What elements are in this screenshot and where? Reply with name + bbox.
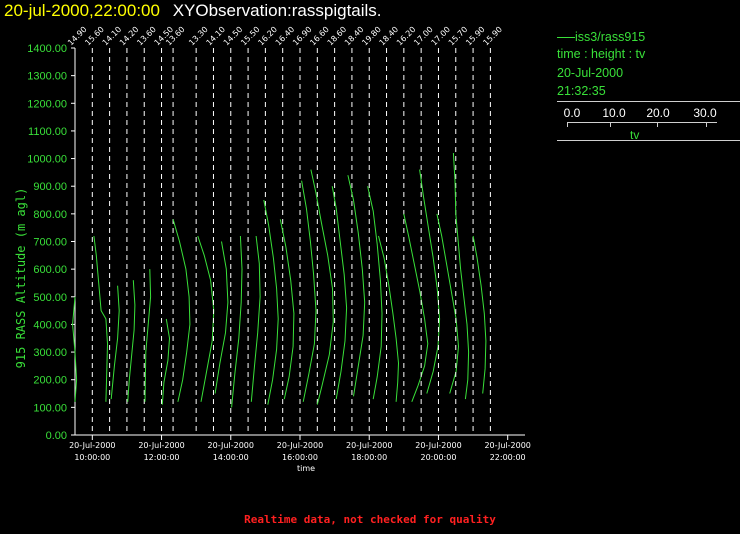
profile-trace xyxy=(110,285,120,400)
x-tick-date: 20-Jul-2000 xyxy=(484,441,530,450)
quality-footer: Realtime data, not checked for quality xyxy=(244,513,496,526)
legend-scale-label: 30.0 xyxy=(693,106,717,120)
profile-trace xyxy=(419,169,441,394)
y-tick-label: 100.00 xyxy=(33,402,67,414)
y-tick-label: 800.00 xyxy=(33,209,67,221)
y-tick-label: 1300.00 xyxy=(27,71,67,83)
y-axis-label: 915 RASS Altitude (m agl) xyxy=(14,187,28,369)
legend-separator-top xyxy=(557,101,740,102)
legend-date: 20-Jul-2000 xyxy=(557,66,624,80)
x-tick-time: 18:00:00 xyxy=(351,453,387,462)
y-tick-label: 200.00 xyxy=(33,375,67,387)
profile-trace xyxy=(161,318,171,405)
x-axis-label: time xyxy=(297,464,315,473)
profile-trace xyxy=(436,213,460,394)
y-tick-label: 1200.00 xyxy=(27,98,67,110)
x-tick-time: 14:00:00 xyxy=(213,453,249,462)
y-tick-label: 400.00 xyxy=(33,319,67,331)
profile-trace xyxy=(250,235,261,402)
x-tick-time: 20:00:00 xyxy=(420,453,456,462)
y-tick-label: 900.00 xyxy=(33,181,67,193)
legend-line-icon xyxy=(557,37,575,39)
profile-trace xyxy=(197,235,215,402)
legend-scale-label: 20.0 xyxy=(646,106,670,120)
legend-scale-label: 10.0 xyxy=(602,106,626,120)
legend-panel: iss3/rass915 time : height : tv 20-Jul-2… xyxy=(557,30,740,142)
legend-axes: time : height : tv xyxy=(557,47,646,61)
profile-trace xyxy=(367,186,383,400)
x-tick-date: 20-Jul-2000 xyxy=(208,441,254,450)
profile-trace xyxy=(214,241,229,394)
legend-separator-bottom xyxy=(557,140,740,141)
profile-trace xyxy=(301,180,317,402)
x-tick-time: 16:00:00 xyxy=(282,453,318,462)
profile-trace xyxy=(472,235,487,394)
x-tick-date: 20-Jul-2000 xyxy=(138,441,184,450)
x-tick-date: 20-Jul-2000 xyxy=(69,441,115,450)
y-tick-label: 1000.00 xyxy=(27,154,67,166)
profile-trace xyxy=(263,199,279,405)
profile-trace xyxy=(93,235,109,402)
x-tick-date: 20-Jul-2000 xyxy=(277,441,323,450)
x-tick-date: 20-Jul-2000 xyxy=(415,441,461,450)
profile-trace xyxy=(127,280,136,402)
profile-trace xyxy=(231,235,243,408)
y-tick-label: 1400.00 xyxy=(27,43,67,55)
legend-scale-tick xyxy=(567,122,568,127)
profile-trace xyxy=(144,269,152,402)
y-tick-label: 700.00 xyxy=(33,237,67,249)
x-tick-time: 12:00:00 xyxy=(144,453,180,462)
y-tick-label: 600.00 xyxy=(33,264,67,276)
legend-series-label: iss3/rass915 xyxy=(575,30,646,44)
legend-scale-tick xyxy=(610,122,611,127)
profile-base-label: 15.90 xyxy=(481,25,504,48)
legend-series: iss3/rass915 xyxy=(557,30,645,44)
legend-scale-tick xyxy=(706,122,707,127)
legend-scale-tick xyxy=(657,122,658,127)
legend-scale-label: 0.0 xyxy=(563,106,581,120)
y-tick-label: 300.00 xyxy=(33,347,67,359)
legend-time: 21:32:35 xyxy=(557,84,606,98)
x-tick-time: 22:00:00 xyxy=(490,453,526,462)
profile-trace xyxy=(172,219,191,402)
x-tick-date: 20-Jul-2000 xyxy=(346,441,392,450)
legend-scale-axis xyxy=(567,122,717,123)
y-tick-label: 1100.00 xyxy=(28,126,67,138)
x-tick-time: 10:00:00 xyxy=(74,453,110,462)
profile-trace xyxy=(403,213,429,402)
y-tick-label: 500.00 xyxy=(33,292,67,304)
profile-trace xyxy=(347,175,366,397)
y-tick-label: 0.00 xyxy=(46,430,67,442)
